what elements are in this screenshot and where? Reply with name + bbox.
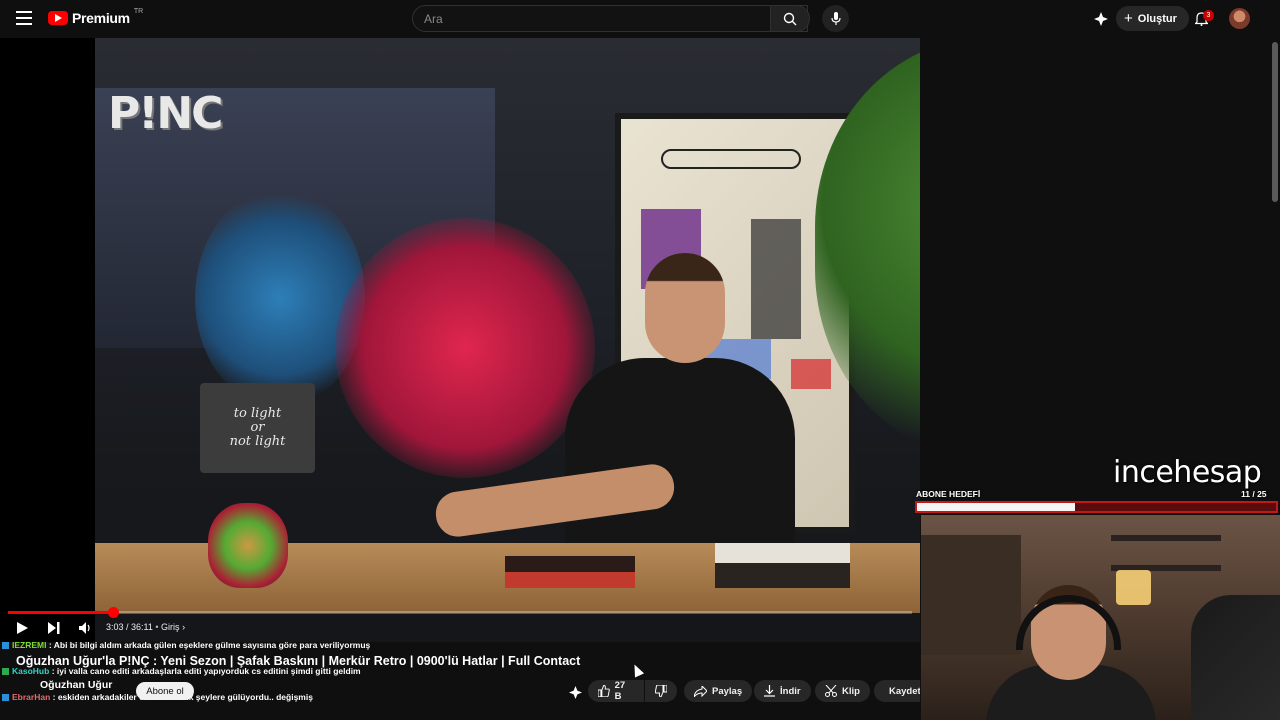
chat-message: EbrarHan : eskiden arkadakiler cidden ko… bbox=[2, 691, 602, 703]
search-icon bbox=[783, 12, 797, 25]
like-button[interactable]: 27 B bbox=[588, 680, 644, 702]
decorative-skull bbox=[208, 503, 288, 588]
goal-bar-fill bbox=[917, 503, 1075, 511]
channel-watermark: P!NC bbox=[108, 88, 223, 139]
books-stack bbox=[505, 556, 635, 588]
play-icon bbox=[17, 622, 28, 634]
video-player[interactable]: to light or not light P!NC bbox=[0, 38, 920, 642]
play-button[interactable] bbox=[17, 622, 28, 634]
avatar[interactable] bbox=[1229, 8, 1250, 29]
plus-icon: + bbox=[1124, 10, 1133, 27]
next-button[interactable] bbox=[48, 622, 60, 634]
download-button[interactable]: İndir bbox=[754, 680, 811, 702]
chat-user: EbrarHan bbox=[12, 692, 51, 702]
player-controls: 3:03 / 36:11 • Giriş › bbox=[0, 618, 920, 638]
webcam-overlay bbox=[921, 515, 1280, 720]
lamp-sign: to light or not light bbox=[200, 383, 315, 473]
youtube-logo[interactable]: Premium TR bbox=[48, 7, 144, 26]
menu-icon[interactable] bbox=[16, 11, 32, 25]
progress-scrubber[interactable] bbox=[107, 607, 119, 618]
video-title: Oğuzhan Uğur'la P!NÇ : Yeni Sezon | Şafa… bbox=[16, 654, 581, 668]
chat-message: IEZREMI : Abi bi bilgi aldım arkada güle… bbox=[2, 639, 602, 651]
chat-user: IEZREMI bbox=[12, 640, 47, 650]
gaming-chair bbox=[1191, 595, 1280, 720]
progress-played bbox=[8, 611, 113, 614]
time-text: 3:03 / 36:11 bbox=[106, 622, 153, 632]
sign-line: to light bbox=[233, 405, 282, 421]
badge-icon bbox=[2, 668, 9, 676]
clip-label: Klip bbox=[842, 685, 860, 697]
sparkle-icon[interactable] bbox=[1091, 9, 1111, 29]
goal-label: ABONE HEDEFİ bbox=[916, 489, 981, 499]
search-input[interactable] bbox=[412, 5, 770, 32]
search-button[interactable] bbox=[770, 5, 810, 32]
like-count: 27 B bbox=[614, 680, 626, 702]
scissors-icon bbox=[825, 685, 837, 697]
create-label: Oluştur bbox=[1137, 12, 1177, 25]
logo-text: Premium bbox=[72, 10, 130, 26]
badge-icon bbox=[2, 694, 9, 702]
red-tree bbox=[335, 218, 595, 478]
clip-button[interactable]: Klip bbox=[815, 680, 870, 702]
shelf-light bbox=[1116, 570, 1151, 605]
channel-name[interactable]: Oğuzhan Uğur bbox=[40, 679, 112, 691]
streamer-tag: incehesap bbox=[1113, 455, 1262, 490]
progress-bar[interactable] bbox=[8, 611, 912, 614]
voice-search-button[interactable] bbox=[822, 5, 849, 32]
save-label: Kaydet bbox=[889, 685, 920, 697]
sign-line: not light bbox=[229, 434, 286, 450]
microphone-icon bbox=[830, 11, 841, 25]
sparkle-icon[interactable] bbox=[565, 682, 585, 702]
share-button[interactable]: Paylaş bbox=[684, 680, 753, 702]
chevron-right-icon: › bbox=[182, 622, 186, 632]
share-label: Paylaş bbox=[712, 685, 743, 697]
headset bbox=[1016, 595, 1121, 650]
shelf bbox=[1111, 535, 1221, 541]
notification-badge: 3 bbox=[1203, 10, 1214, 21]
sign-line: or bbox=[250, 419, 265, 435]
download-label: İndir bbox=[780, 685, 801, 697]
thumbs-down-icon bbox=[655, 685, 667, 697]
save-button[interactable]: Kaydet bbox=[874, 680, 920, 702]
mouse-cursor-icon bbox=[629, 662, 645, 678]
region-code: TR bbox=[133, 7, 144, 15]
chat-overlay: IEZREMI : Abi bi bilgi aldım arkada güle… bbox=[2, 639, 602, 703]
scrollbar-thumb[interactable] bbox=[1272, 42, 1278, 202]
host-head bbox=[645, 253, 725, 363]
share-icon bbox=[694, 685, 707, 697]
download-icon bbox=[764, 685, 775, 697]
badge-icon bbox=[2, 642, 9, 650]
thumbs-up-icon bbox=[598, 685, 610, 697]
books-stack bbox=[715, 543, 850, 588]
dislike-button[interactable] bbox=[645, 680, 677, 702]
create-button[interactable]: + Oluştur bbox=[1116, 6, 1189, 31]
volume-button[interactable] bbox=[79, 622, 91, 634]
subscribe-button[interactable]: Abone ol bbox=[136, 682, 194, 700]
next-icon bbox=[48, 622, 60, 634]
youtube-play-icon bbox=[48, 11, 68, 25]
chapter-label[interactable]: Giriş bbox=[161, 622, 180, 632]
goal-count: 11 / 25 bbox=[1241, 489, 1267, 499]
tool-wall bbox=[921, 535, 1021, 655]
chat-text: : Abi bi bilgi aldım arkada gülen eşekle… bbox=[48, 640, 371, 650]
time-display: 3:03 / 36:11 • Giriş › bbox=[106, 622, 186, 632]
volume-icon bbox=[79, 622, 90, 634]
